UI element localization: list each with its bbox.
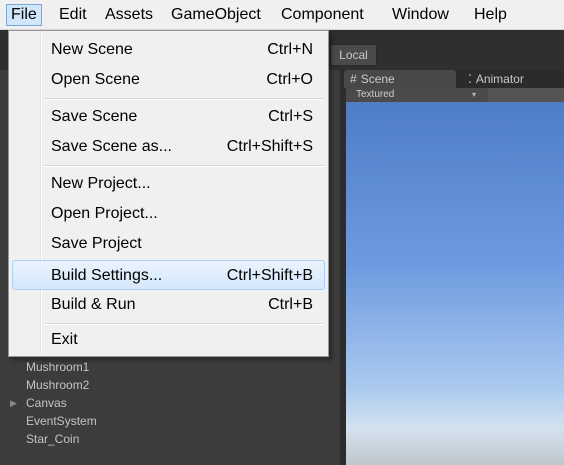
menu-item-exit[interactable]: Exit	[12, 325, 325, 355]
menu-item-label: Save Scene	[51, 108, 138, 125]
menu-item-label: Save Scene as...	[51, 138, 172, 155]
menu-item-label: New Scene	[51, 41, 133, 58]
menu-item-label: Build Settings...	[51, 267, 163, 284]
menu-item-open-scene[interactable]: Open Scene Ctrl+O	[12, 65, 325, 95]
scene-view[interactable]	[346, 102, 564, 465]
tab-scene-label: Scene	[360, 72, 395, 86]
menu-item-label: Build & Run	[51, 296, 136, 313]
menu-item-shortcut: Ctrl+B	[268, 296, 313, 313]
menu-item-build-settings[interactable]: Build Settings... Ctrl+Shift+B	[12, 260, 325, 290]
tab-scene[interactable]: # Scene	[344, 70, 456, 88]
menu-gameobject[interactable]: GameObject	[171, 4, 261, 26]
hierarchy-item-canvas[interactable]: Canvas	[26, 394, 67, 412]
menu-item-shortcut: Ctrl+Shift+S	[226, 138, 313, 155]
menu-item-label: Open Project...	[51, 205, 158, 222]
menu-item-save-project[interactable]: Save Project	[12, 229, 325, 259]
file-menu-dropdown: New Scene Ctrl+N Open Scene Ctrl+O Save …	[8, 30, 329, 357]
hierarchy-item-eventsystem[interactable]: EventSystem	[26, 412, 97, 430]
menu-window[interactable]: Window	[392, 4, 449, 26]
menu-item-build-and-run[interactable]: Build & Run Ctrl+B	[12, 290, 325, 320]
menu-item-label: Open Scene	[51, 71, 140, 88]
menu-item-label: New Project...	[51, 175, 151, 192]
menu-item-label: Exit	[51, 331, 78, 348]
hierarchy-item-star-coin[interactable]: Star_Coin	[26, 430, 79, 448]
scene-toolbar: Textured ▾	[346, 88, 564, 102]
menu-item-label: Save Project	[51, 235, 142, 252]
menu-item-save-scene[interactable]: Save Scene Ctrl+S	[12, 102, 325, 132]
pivot-local-toggle[interactable]: Local	[330, 44, 377, 66]
animator-icon: ⁚	[468, 72, 472, 86]
menu-bar: File Edit Assets GameObject Component Wi…	[0, 0, 564, 30]
foldout-arrow-icon[interactable]: ▶	[10, 394, 17, 412]
menu-item-shortcut: Ctrl+O	[266, 71, 313, 88]
menu-item-shortcut: Ctrl+S	[268, 108, 313, 125]
menu-separator	[44, 98, 324, 100]
scene-tab-strip: ≡ #Scene ⁚Animator	[330, 70, 564, 88]
menu-edit[interactable]: Edit	[59, 4, 87, 26]
shading-mode-dropdown[interactable]: Textured ▾	[346, 88, 488, 102]
menu-component[interactable]: Component	[281, 4, 364, 26]
menu-assets[interactable]: Assets	[105, 4, 153, 26]
menu-help[interactable]: Help	[474, 4, 507, 26]
menu-item-save-scene-as[interactable]: Save Scene as... Ctrl+Shift+S	[12, 132, 325, 162]
menu-item-shortcut: Ctrl+N	[267, 41, 313, 58]
menu-item-new-project[interactable]: New Project...	[12, 169, 325, 199]
menu-file[interactable]: File	[6, 4, 42, 26]
scene-icon: #	[350, 72, 357, 86]
hierarchy-item-mushroom2[interactable]: Mushroom2	[26, 376, 89, 394]
menu-item-new-scene[interactable]: New Scene Ctrl+N	[12, 35, 325, 65]
menu-separator	[44, 165, 324, 167]
tab-animator-label: Animator	[475, 72, 524, 86]
menu-item-open-project[interactable]: Open Project...	[12, 199, 325, 229]
dropdown-arrow-icon: ▾	[472, 90, 477, 99]
hierarchy-item-mushroom1[interactable]: Mushroom1	[26, 358, 89, 376]
shading-mode-label: Textured	[356, 89, 395, 100]
menu-item-shortcut: Ctrl+Shift+B	[226, 267, 313, 284]
tab-animator[interactable]: ⁚ Animator	[462, 70, 564, 88]
